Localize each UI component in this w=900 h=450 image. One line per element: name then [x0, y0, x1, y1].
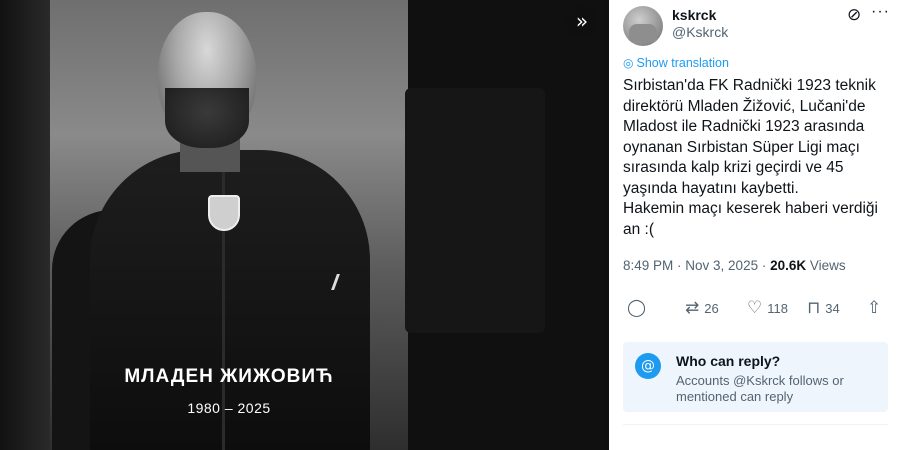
- media-viewer: МЛАДЕН ЖИЖОВИЋ 1980 – 2025 »: [0, 0, 608, 450]
- mention-user-icon: @: [635, 353, 661, 379]
- heart-icon: ♡: [747, 298, 763, 318]
- avatar[interactable]: [623, 6, 663, 46]
- like-button[interactable]: ♡ 118: [747, 298, 788, 318]
- tweet-date[interactable]: Nov 3, 2025: [685, 258, 758, 273]
- bookmark-icon: ⊓: [807, 298, 821, 318]
- grok-icon[interactable]: ⊘: [847, 5, 861, 25]
- tweet-time[interactable]: 8:49 PM: [623, 258, 673, 273]
- photo-beard: [165, 88, 249, 148]
- divider: [623, 424, 888, 425]
- tweet-panel: kskrck @Kskrck ⊘ ··· ◎ Show translation S…: [609, 0, 900, 450]
- views-label: Views: [809, 258, 846, 273]
- reply-restriction-description: Accounts @Kskrck follows or mentioned ca…: [676, 373, 844, 404]
- retweet-count: 26: [704, 300, 719, 316]
- bookmark-button[interactable]: ⊓ 34: [807, 298, 840, 318]
- retweet-button[interactable]: ⇄ 26: [685, 298, 719, 318]
- media-left-edge: [0, 0, 50, 450]
- chevrons-right-icon[interactable]: »: [566, 6, 598, 38]
- blurred-background-card: [405, 88, 545, 333]
- globe-icon: ◎: [623, 56, 634, 70]
- display-name[interactable]: kskrck: [672, 7, 716, 23]
- retweet-icon: ⇄: [685, 298, 700, 318]
- show-translation-link[interactable]: ◎ Show translation: [623, 56, 729, 70]
- reply-button[interactable]: ◯: [627, 298, 646, 318]
- share-icon: ⇧: [867, 298, 882, 318]
- memorial-name: МЛАДЕН ЖИЖОВИЋ: [124, 366, 334, 387]
- more-options-icon[interactable]: ···: [871, 3, 890, 21]
- memorial-years: 1980 – 2025: [187, 400, 271, 416]
- tweet-text: Sırbistan'da FK Radnički 1923 teknik dir…: [623, 77, 878, 238]
- views-count: 20.6K: [770, 258, 807, 273]
- reply-restriction-box: @ Who can reply? Accounts @Kskrck follow…: [623, 342, 888, 412]
- user-handle[interactable]: @Kskrck: [672, 24, 728, 40]
- bookmark-count: 34: [825, 300, 840, 316]
- translate-label: Show translation: [636, 56, 729, 70]
- like-count: 118: [767, 300, 788, 316]
- club-crest: [208, 195, 240, 231]
- share-button[interactable]: ⇧: [867, 298, 881, 318]
- tweet-meta: 8:49 PM · Nov 3, 2025 · 20.6K Views: [623, 258, 846, 273]
- reply-icon: ◯: [627, 298, 647, 318]
- reply-restriction-title: Who can reply?: [676, 353, 781, 369]
- action-bar: ◯ ⇄ 26 ♡ 118 ⊓ 34 ⇧: [623, 298, 893, 324]
